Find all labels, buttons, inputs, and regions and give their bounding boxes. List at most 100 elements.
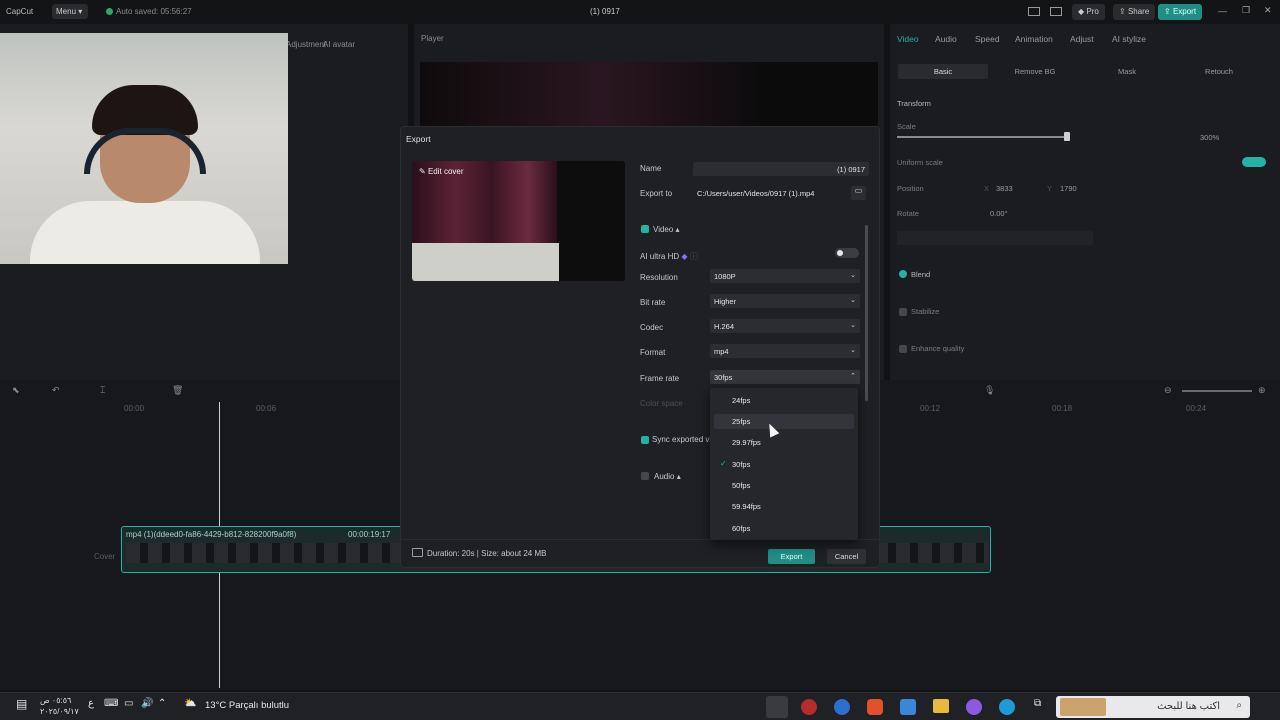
video-section-label[interactable]: Video ▴	[653, 225, 680, 234]
audio-checkbox[interactable]	[641, 472, 649, 480]
player-preview[interactable]	[420, 62, 878, 128]
framerate-option[interactable]: 50fps	[714, 478, 854, 493]
tray-chevron-icon[interactable]: ⌃	[158, 698, 166, 709]
dialog-scrollbar[interactable]	[865, 225, 868, 401]
weather-text[interactable]: 13°C Parçalı bulutlu	[205, 700, 289, 711]
export-button[interactable]: Export	[768, 549, 815, 564]
media-tab-ai-avatar[interactable]: AI avatar	[323, 40, 355, 49]
scale-slider[interactable]	[897, 136, 1067, 138]
pro-label: Pro	[1086, 7, 1099, 16]
bitrate-select[interactable]: Higher ⌄	[710, 294, 860, 308]
subtab-basic[interactable]: Basic	[898, 64, 988, 79]
language-indicator[interactable]: ع	[88, 698, 94, 709]
task-view-icon[interactable]: ⧉	[1034, 698, 1041, 709]
rotate-value[interactable]: 0.00°	[990, 209, 1008, 218]
position-x-value[interactable]: 3833	[996, 184, 1013, 193]
uniform-scale-toggle[interactable]	[1242, 157, 1266, 167]
properties-panel: Video Audio Speed Animation Adjust AI st…	[890, 24, 1280, 380]
export-top-button[interactable]: ⇪ Export	[1158, 4, 1203, 20]
notifications-icon[interactable]: ▤	[16, 697, 27, 711]
network-icon[interactable]: ▭	[124, 698, 133, 709]
tab-adjust[interactable]: Adjust	[1070, 34, 1094, 44]
volume-icon[interactable]: 🔊	[141, 698, 153, 709]
subtab-remove-bg[interactable]: Remove BG	[990, 64, 1080, 79]
cancel-button[interactable]: Cancel	[827, 549, 866, 564]
app-icon[interactable]	[801, 699, 817, 715]
video-checkbox[interactable]	[641, 225, 649, 233]
share-button[interactable]: ⇪ Share	[1113, 4, 1156, 20]
tab-speed[interactable]: Speed	[975, 34, 1000, 44]
scale-value[interactable]: 300%	[1200, 133, 1219, 142]
media-tab-adjustment[interactable]: Adjustment	[286, 40, 326, 49]
tab-audio[interactable]: Audio	[935, 34, 957, 44]
store-icon[interactable]	[900, 699, 916, 715]
framerate-label: Frame rate	[640, 374, 680, 383]
sync-checkbox[interactable]	[641, 436, 649, 444]
ai-ultra-hd-label: AI ultra HD ◆ ⓘ	[640, 251, 698, 262]
close-icon[interactable]: ✕	[1264, 5, 1272, 16]
minimize-icon[interactable]: —	[1218, 6, 1227, 16]
export-path-field[interactable]: C:/Users/user/Videos/0917 (1).mp4	[693, 186, 847, 200]
clock-date[interactable]: ٢٠٢٥/٠٩/١٧	[40, 707, 79, 716]
mic-icon[interactable]: 🎙	[984, 385, 995, 396]
delete-icon[interactable]: 🗑	[172, 385, 183, 396]
copilot-icon[interactable]	[966, 699, 982, 715]
name-label: Name	[640, 164, 662, 173]
align-toolbar[interactable]	[897, 231, 1093, 245]
subtab-retouch[interactable]: Retouch	[1174, 64, 1264, 79]
resolution-select[interactable]: 1080P ⌄	[710, 269, 860, 283]
chevron-up-icon: ⌃	[850, 373, 856, 380]
layout-icon[interactable]	[1028, 7, 1040, 16]
taskbar-search[interactable]: اكتب هنا للبحث ⌕	[1056, 696, 1250, 718]
framerate-option[interactable]: 29.97fps	[714, 435, 854, 450]
tab-ai-stylize[interactable]: AI stylize	[1112, 34, 1146, 44]
scale-slider-handle[interactable]	[1064, 132, 1070, 141]
select-tool-icon[interactable]: ⬉	[12, 385, 20, 396]
capcut-taskbar-icon[interactable]	[766, 696, 788, 718]
audio-section-label[interactable]: Audio ▴	[654, 472, 681, 481]
clock-time[interactable]: ٠٥:٥٦ ص	[40, 696, 71, 705]
keyboard-icon[interactable]: ⌨	[104, 698, 118, 709]
maximize-icon[interactable]: ❐	[1242, 5, 1250, 16]
zoom-in-icon[interactable]: ⊕	[1258, 385, 1266, 396]
zoom-slider[interactable]	[1182, 390, 1252, 392]
framerate-option[interactable]: ✓ 30fps	[714, 457, 854, 472]
info-icon[interactable]: ⓘ	[690, 252, 698, 261]
split-icon[interactable]: ⌶	[100, 385, 105, 396]
brave-icon[interactable]	[867, 699, 883, 715]
shortcuts-icon[interactable]	[1050, 7, 1062, 16]
framerate-option[interactable]: 25fps	[714, 414, 854, 429]
cover-label[interactable]: Cover	[94, 552, 115, 561]
edge-icon[interactable]	[999, 699, 1015, 715]
blend-check[interactable]	[899, 270, 907, 278]
edit-cover-button[interactable]: ✎ Edit cover	[419, 167, 464, 176]
subtab-mask[interactable]: Mask	[1082, 64, 1172, 79]
codec-label: Codec	[640, 323, 664, 332]
pro-button[interactable]: ◆ Pro	[1072, 4, 1105, 20]
framerate-dropdown: 24fps 25fps 29.97fps ✓ 30fps 50fps 59.94f…	[710, 388, 858, 540]
app-icon[interactable]	[834, 699, 850, 715]
framerate-option[interactable]: 24fps	[714, 393, 854, 408]
file-explorer-icon[interactable]	[933, 699, 949, 713]
search-highlight-image	[1060, 698, 1106, 716]
framerate-select[interactable]: 30fps ⌃	[710, 370, 860, 384]
enhance-check[interactable]	[899, 345, 907, 353]
weather-icon[interactable]: ⛅	[184, 698, 196, 709]
tab-video[interactable]: Video	[897, 34, 919, 44]
position-y-value[interactable]: 1790	[1060, 184, 1077, 193]
tab-animation[interactable]: Animation	[1015, 34, 1053, 44]
menu-button[interactable]: Menu ▾	[52, 4, 88, 19]
name-input[interactable]: (1) 0917	[693, 162, 869, 176]
search-icon: ⌕	[1236, 700, 1242, 711]
zoom-out-icon[interactable]: ⊖	[1164, 385, 1172, 396]
codec-select[interactable]: H.264 ⌄	[710, 319, 860, 333]
ai-ultra-hd-toggle[interactable]	[835, 248, 859, 258]
framerate-option[interactable]: 59.94fps	[714, 499, 854, 514]
framerate-option[interactable]: 60fps	[714, 521, 854, 536]
folder-icon[interactable]: ▭	[851, 186, 866, 200]
format-select[interactable]: mp4 ⌄	[710, 344, 860, 358]
stabilize-check[interactable]	[899, 308, 907, 316]
undo-icon[interactable]: ↶	[52, 385, 60, 396]
uniform-scale-label: Uniform scale	[897, 158, 943, 167]
cover-preview[interactable]: ✎ Edit cover	[412, 161, 625, 281]
